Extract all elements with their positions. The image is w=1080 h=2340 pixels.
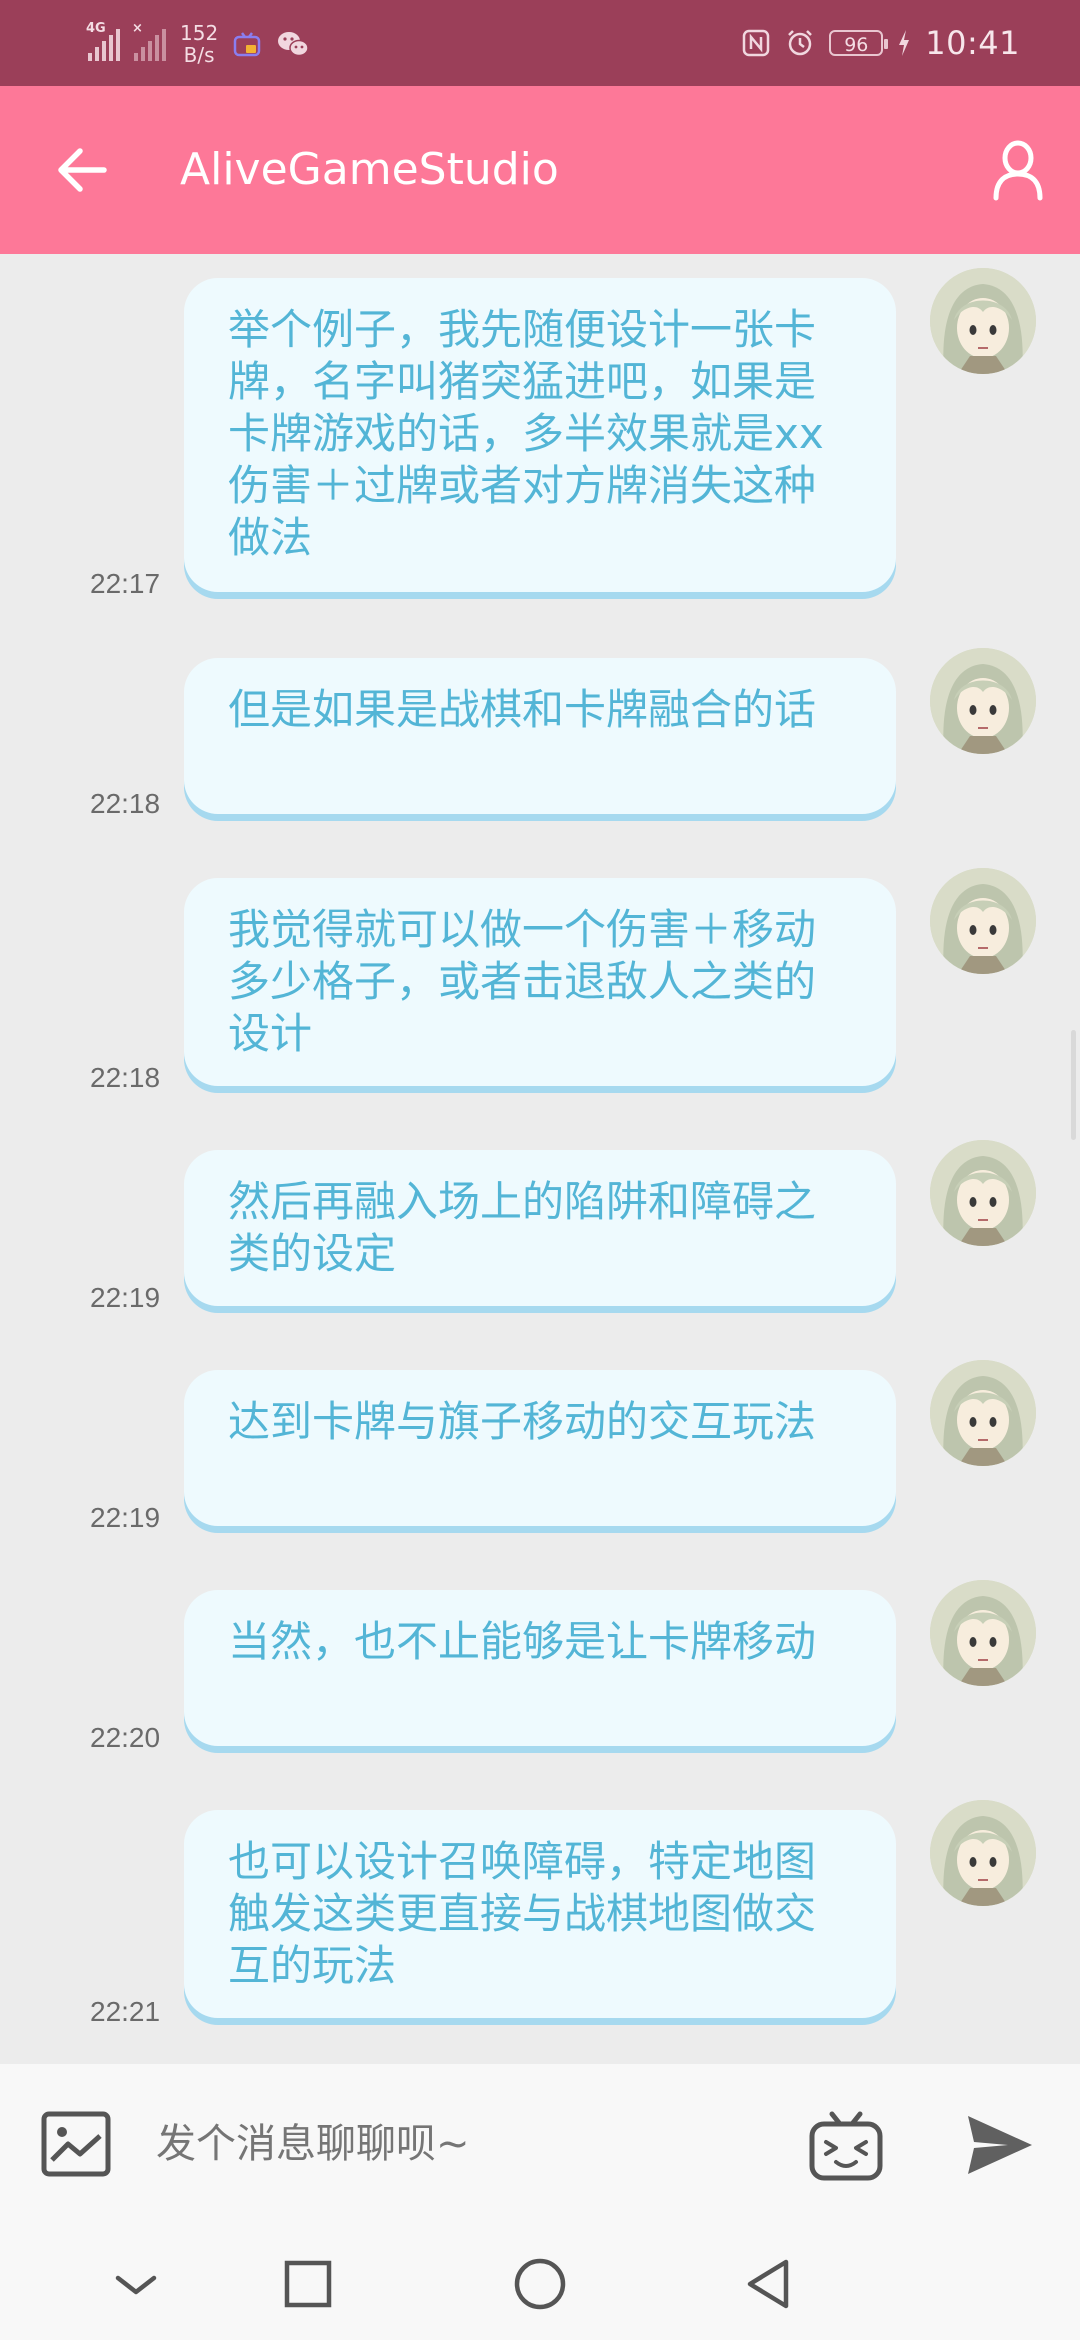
bilibili-notification-icon [233,32,261,57]
message-bubble[interactable]: 然后再融入场上的陷阱和障碍之类的设定 [184,1150,896,1306]
send-icon[interactable] [964,2112,1036,2178]
message-bubble[interactable]: 达到卡牌与旗子移动的交互玩法 [184,1370,896,1526]
avatar-image [930,868,1036,974]
message-time: 22:17 [90,568,161,599]
input-bar [0,2064,1080,2224]
charging-icon [899,30,910,56]
avatar[interactable] [930,1800,1036,1906]
arrow-left-icon[interactable] [54,142,110,198]
signal-icon-2: × [132,21,166,61]
tv-emoji-icon[interactable] [806,2106,886,2186]
page-title: AliveGameStudio [180,144,559,195]
avatar[interactable] [930,1140,1036,1246]
avatar[interactable] [930,648,1036,754]
signal-icon: 4G [86,21,120,61]
message-time: 22:19 [90,1502,161,1533]
message-time: 22:19 [90,1282,161,1313]
image-icon[interactable] [40,2110,112,2178]
wechat-icon [278,32,309,57]
message-bubble[interactable]: 举个例子，我先随便设计一张卡牌，名字叫猪突猛进吧，如果是卡牌游戏的话，多半效果就… [184,278,896,592]
message-input[interactable] [156,2104,776,2184]
avatar-image [930,1140,1036,1246]
triangle-back-icon[interactable] [738,2254,798,2314]
status-bar: 4G × 152 B/s 96 10:41 [0,0,1080,86]
nfc-icon [743,29,770,57]
message-time: 22:20 [90,1722,161,1753]
avatar[interactable] [930,868,1036,974]
avatar[interactable] [930,1580,1036,1686]
message-bubble[interactable]: 当然，也不止能够是让卡牌移动 [184,1590,896,1746]
circle-icon[interactable] [510,2254,570,2314]
message-bubble[interactable]: 但是如果是战棋和卡牌融合的话 [184,658,896,814]
clock: 10:41 [925,24,1020,62]
net-speed-value: 152 [180,21,219,45]
signal-label-2: × [132,21,143,36]
avatar-image [930,648,1036,754]
avatar-image [930,1580,1036,1686]
system-nav-bar [0,2224,1080,2340]
battery-icon: 96 [829,30,889,56]
message-time: 22:18 [90,788,161,819]
message-bubble[interactable]: 也可以设计召唤障碍，特定地图触发这类更直接与战棋地图做交互的玩法 [184,1810,896,2018]
message-bubble[interactable]: 我觉得就可以做一个伤害＋移动多少格子，或者击退敌人之类的设计 [184,878,896,1086]
app-bar: AliveGameStudio [0,86,1080,254]
avatar[interactable] [930,1360,1036,1466]
avatar-image [930,268,1036,374]
avatar[interactable] [930,268,1036,374]
scrollbar-thumb[interactable] [1071,1030,1076,1140]
chevron-down-icon[interactable] [106,2254,166,2314]
avatar-image [930,1360,1036,1466]
message-time: 22:21 [90,1996,161,2027]
square-icon[interactable] [278,2254,338,2314]
message-time: 22:18 [90,1062,161,1093]
signal-label: 4G [86,21,106,36]
person-icon[interactable] [986,138,1050,202]
status-left: 4G × 152 B/s [86,14,310,74]
net-speed: 152 B/s [180,22,218,66]
net-speed-unit: B/s [183,43,215,67]
status-right: 96 10:41 [741,18,1020,68]
avatar-image [930,1800,1036,1906]
alarm-icon [788,30,813,56]
battery-level: 96 [844,34,869,56]
